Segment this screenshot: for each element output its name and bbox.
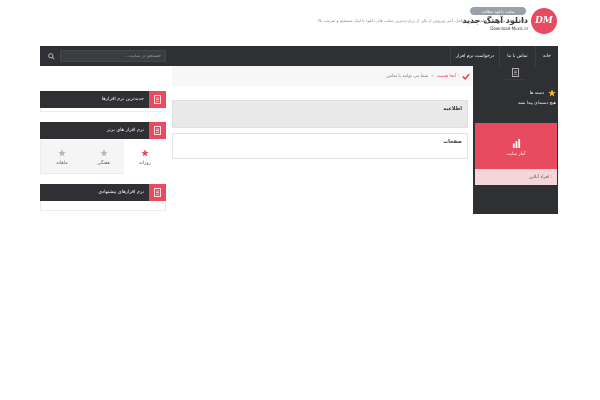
document-icon [154, 126, 161, 135]
star-icon [58, 148, 66, 156]
star-icon [141, 148, 149, 156]
categories-header[interactable]: دسته ها [476, 88, 556, 98]
tab-label: هفتگی [97, 160, 110, 166]
widget-suggested-icon-box [149, 184, 166, 201]
nav-label: تماس با ما [507, 53, 528, 59]
breadcrumb: شما می توانید با تماس » آنجا هستید : [300, 72, 470, 80]
sidebar-toggle[interactable] [505, 66, 525, 80]
widget-suggested-body [40, 201, 166, 211]
announcement-box [172, 100, 468, 128]
site-stats-card [475, 123, 557, 169]
widget-title: جدیدترین نرم افزارها [101, 97, 144, 102]
site-description: دانلود دانلود نرم افزار، فیلم، سیستم عام… [317, 18, 526, 23]
tab-label: روزانه [139, 160, 151, 166]
widget-title: نرم افزارهای پیشنهادی [98, 190, 144, 195]
widget-newest-header: جدیدترین نرم افزارها [40, 91, 166, 108]
tab-daily[interactable]: روزانه [124, 140, 166, 174]
tab-label: ماهانه [56, 160, 68, 166]
widget-suggested-header: نرم افزارهای پیشنهادی [40, 184, 166, 201]
search-button[interactable] [44, 50, 58, 62]
tab-weekly[interactable]: هفتگی [83, 140, 124, 174]
checkmark-icon [462, 73, 470, 80]
pages-box [172, 133, 468, 159]
categories-label: دسته ها [529, 90, 544, 96]
bar-chart-icon [512, 139, 521, 148]
breadcrumb-current: آنجا هستید : [436, 73, 459, 79]
widget-newest-body [40, 108, 166, 112]
star-icon [548, 89, 556, 97]
nav-label: درخواست نرم افزار [455, 53, 495, 59]
document-icon [154, 95, 161, 104]
site-stats-label: آمار سایت [506, 152, 526, 157]
announcement-title: اطلاعیه [443, 106, 462, 112]
search-input[interactable] [60, 50, 166, 62]
no-categories-message: هیچ دسته‌ای پیدا نشد [517, 101, 556, 106]
widget-newest-icon-box [149, 91, 166, 108]
pages-title: صفحات [443, 139, 462, 145]
search-icon [47, 52, 55, 60]
widget-title: نرم افزار های برتر [106, 128, 144, 133]
nav-item-request-software[interactable]: درخواست نرم افزار [450, 46, 499, 66]
breadcrumb-link[interactable]: شما می توانید با تماس [387, 74, 429, 79]
breadcrumb-separator: » [431, 73, 434, 79]
widget-top-icon-box [149, 122, 166, 139]
widget-top-header: نرم افزار های برتر [40, 122, 166, 139]
tab-monthly[interactable]: ماهانه [41, 140, 83, 174]
site-domain: Download-Music.in [490, 26, 528, 31]
online-users-label: افراد آنلاین : [529, 174, 552, 180]
nav-item-contact[interactable]: تماس با ما [499, 46, 535, 66]
logo-badge: سایت دانلود مطالب [470, 7, 526, 15]
site-logo[interactable]: DM [531, 8, 557, 34]
document-icon [511, 68, 519, 77]
nav-item-home[interactable]: خانه [535, 46, 558, 66]
star-icon [99, 148, 108, 156]
nav-label: خانه [543, 53, 551, 59]
online-users: افراد آنلاین : [475, 169, 557, 185]
document-icon [154, 188, 161, 197]
logo-letters: DM [535, 16, 553, 26]
